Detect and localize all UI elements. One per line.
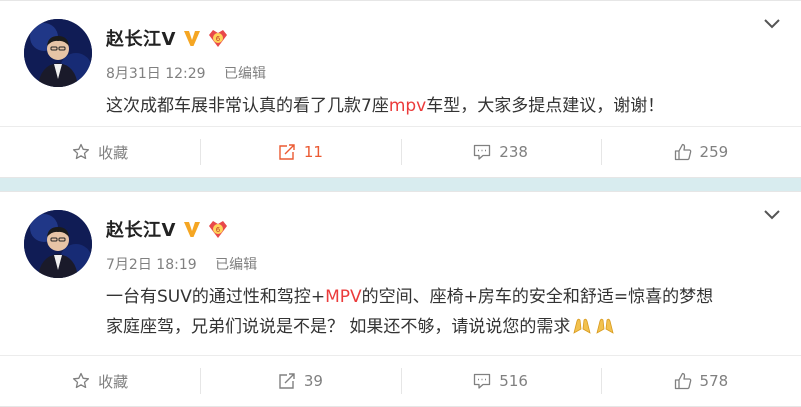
favorite-button[interactable]: 收藏	[0, 127, 200, 177]
repost-button[interactable]: 39	[200, 356, 400, 406]
post-date[interactable]: 8月31日	[106, 66, 161, 82]
favorite-label: 收藏	[98, 143, 129, 162]
rank-badge-icon: 6	[208, 221, 227, 238]
comment-icon	[474, 144, 491, 160]
post-text: 这次成都车展非常认真的看了几款7座mpv车型，大家多提点建议，谢谢！	[106, 91, 776, 121]
like-button[interactable]: 578	[600, 356, 801, 406]
post-card: 赵长江V 6 7月2日 18:19 已编辑 一台有SUV的通过性和驾控+MPV的…	[0, 191, 801, 407]
post-text-segment: 家庭座驾，兄弟们说说是不是？ 如果还不够，请说说您的需求	[106, 317, 571, 337]
post-card: 赵长江V 6 8月31日 12:29 已编辑 这次成都车展非常认真的看了几款7座…	[0, 0, 801, 178]
verified-v-icon	[183, 222, 200, 237]
post-text-line: 家庭座驾，兄弟们说说是不是？ 如果还不够，请说说您的需求	[106, 312, 776, 342]
like-icon	[674, 372, 691, 390]
post-text-highlight: MPV	[325, 287, 362, 307]
favorite-button[interactable]: 收藏	[0, 356, 200, 406]
post-actions: 收藏 39 516 578	[0, 355, 801, 406]
author-name[interactable]: 赵长江V	[106, 25, 176, 51]
verified-v-icon	[183, 31, 200, 46]
pray-hands-icon	[573, 318, 592, 334]
comment-button[interactable]: 516	[400, 356, 601, 406]
post-date[interactable]: 7月2日	[106, 257, 152, 273]
avatar[interactable]	[24, 210, 92, 278]
repost-count: 39	[303, 372, 323, 390]
svg-text:6: 6	[216, 35, 221, 43]
avatar[interactable]	[24, 19, 92, 87]
repost-icon	[279, 144, 295, 160]
post-text-segment: 车型，大家多提点建议，谢谢！	[426, 96, 665, 116]
post-text-segment: 一台有SUV的通过性和驾控+	[106, 287, 326, 307]
comment-count: 516	[499, 372, 528, 390]
pray-hands-icon	[596, 318, 615, 334]
star-icon	[73, 372, 90, 389]
comment-button[interactable]: 238	[400, 127, 601, 177]
repost-icon	[279, 373, 295, 389]
post-text-line: 一台有SUV的通过性和驾控+MPV的空间、座椅+房车的安全和舒适=惊喜的梦想	[106, 282, 776, 312]
post-time[interactable]: 18:19	[156, 257, 196, 273]
author-name[interactable]: 赵长江V	[106, 216, 176, 242]
chevron-down-icon[interactable]	[763, 17, 781, 31]
chevron-down-icon[interactable]	[763, 208, 781, 222]
rank-badge-icon: 6	[208, 30, 227, 47]
like-button[interactable]: 259	[600, 127, 801, 177]
post-time[interactable]: 12:29	[165, 66, 205, 82]
star-icon	[73, 143, 90, 160]
post-text-segment: 这次成都车展非常认真的看了几款7座	[106, 96, 389, 116]
comment-icon	[474, 373, 491, 389]
edited-label: 已编辑	[215, 257, 258, 273]
comment-count: 238	[499, 143, 528, 161]
like-count: 578	[699, 372, 729, 390]
svg-text:6: 6	[216, 226, 221, 234]
repost-button[interactable]: 11	[200, 127, 400, 177]
post-actions: 收藏 11 238 259	[0, 126, 801, 177]
repost-count: 11	[303, 143, 323, 161]
post-text: 一台有SUV的通过性和驾控+MPV的空间、座椅+房车的安全和舒适=惊喜的梦想 家…	[106, 282, 776, 342]
like-icon	[674, 143, 691, 161]
post-text-highlight: mpv	[388, 96, 427, 116]
edited-label: 已编辑	[224, 66, 266, 82]
post-text-segment: 的空间、座椅+房车的安全和舒适=惊喜的梦想	[361, 287, 714, 307]
favorite-label: 收藏	[98, 372, 129, 391]
like-count: 259	[699, 143, 729, 161]
